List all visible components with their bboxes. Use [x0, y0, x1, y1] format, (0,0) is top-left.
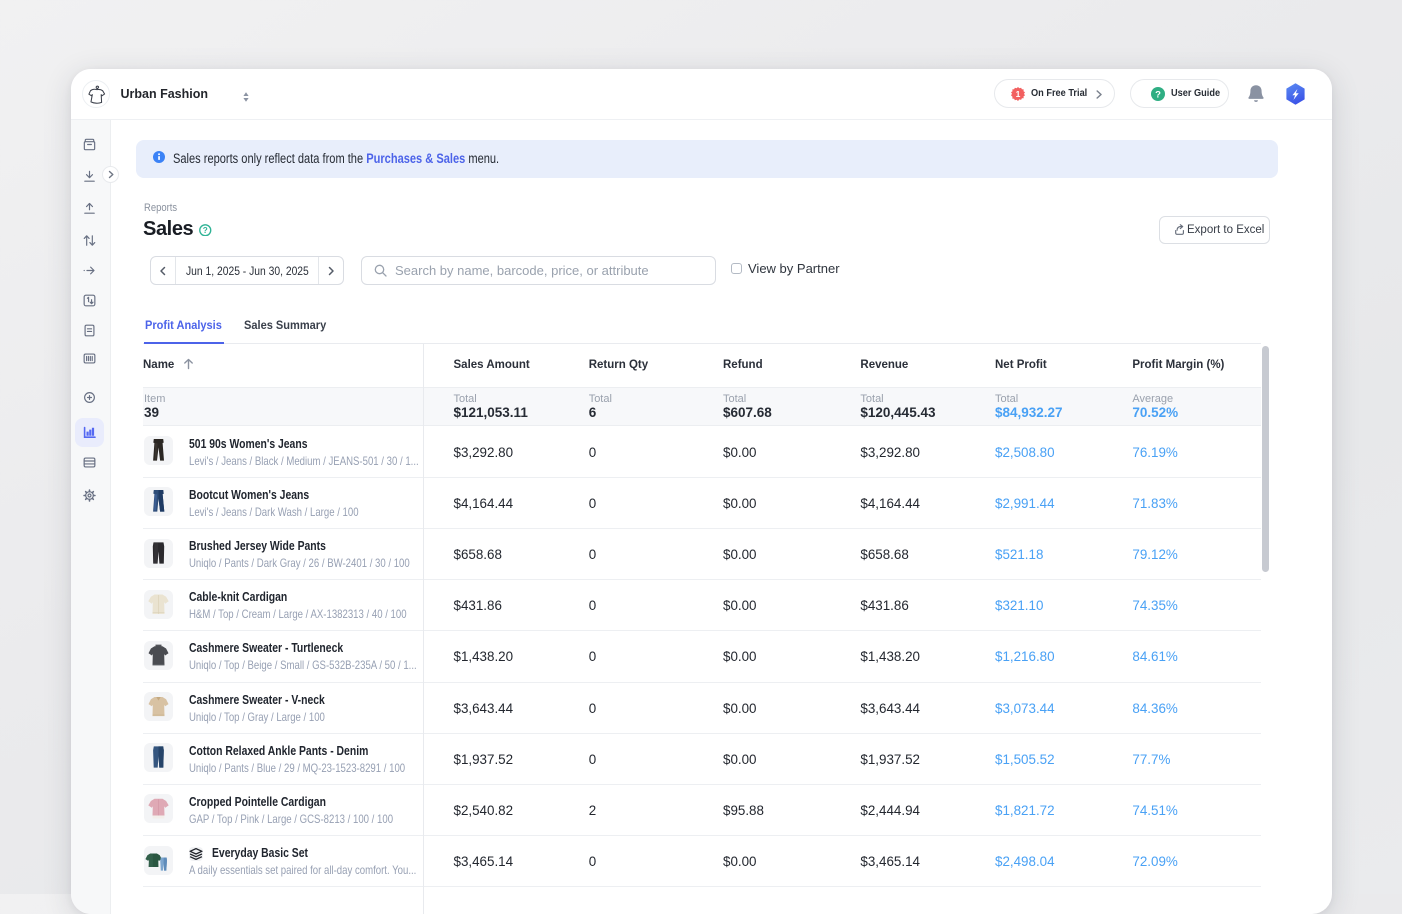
- svg-text:1: 1: [1016, 89, 1021, 99]
- svg-text:?: ?: [203, 226, 208, 235]
- svg-text:?: ?: [1155, 89, 1161, 100]
